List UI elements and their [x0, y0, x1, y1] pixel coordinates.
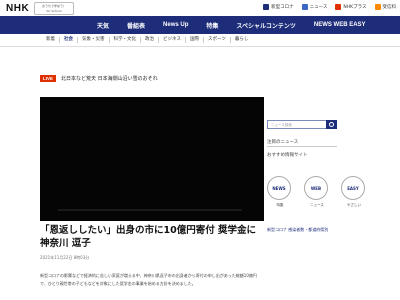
nav-item-features[interactable]: 特集	[197, 21, 227, 30]
site-thumb-label: 特集	[276, 203, 284, 207]
site-thumb-label: やさしい	[347, 203, 361, 207]
site-thumb-labels: 特集 ニュース やさしい	[263, 203, 371, 208]
school-banner-line2: for School	[46, 9, 62, 13]
virus-icon	[263, 4, 270, 10]
nav-item-special[interactable]: スペシャルコンテンツ	[227, 21, 304, 30]
category-science[interactable]: 科学・文化	[110, 37, 141, 43]
play-icon	[335, 4, 342, 10]
header-link-corona[interactable]: 新型コロナ	[263, 4, 294, 10]
category-business[interactable]: ビジネス	[159, 37, 186, 43]
site-thumb[interactable]: EASY	[341, 176, 365, 200]
category-sports[interactable]: スポーツ	[204, 37, 231, 43]
nav-item-schedule[interactable]: 番組表	[118, 21, 154, 30]
site-thumb-label: ニュース	[310, 203, 324, 207]
article-headline: 「恩返ししたい」出身の市に10億円寄付 奨学金に 神奈川 逗子	[40, 225, 257, 249]
site-thumb[interactable]: NEWS	[267, 176, 291, 200]
news-icon	[301, 4, 308, 10]
recommended-sites: NEWS WEB EASY	[267, 176, 365, 200]
category-society[interactable]: 社会	[60, 37, 78, 43]
live-strip[interactable]: LIVE 北日本など荒天 日本海側山沿い雪のおそれ	[40, 74, 285, 83]
category-living[interactable]: 暮らし	[231, 37, 253, 43]
category-latest[interactable]: 新着	[42, 37, 60, 43]
school-banner[interactable]: おうちで学ぼう！ for School	[34, 2, 74, 15]
search-button[interactable]	[326, 120, 337, 129]
header-link-label: ニュース	[309, 5, 328, 10]
site-thumb[interactable]: WEB	[304, 176, 328, 200]
header-link-fee[interactable]: 受信料	[374, 4, 397, 10]
yen-icon	[374, 4, 381, 10]
video-progress-track[interactable]	[58, 209, 242, 211]
sidebar-divider	[267, 146, 337, 147]
live-badge: LIVE	[40, 75, 57, 82]
top-bar: NHK おうちで学ぼう！ for School 新型コロナ ニュース NHKプラ…	[0, 0, 400, 16]
live-headline: 北日本など荒天 日本海側山沿い雪のおそれ	[61, 76, 158, 82]
category-politics[interactable]: 政治	[141, 37, 159, 43]
header-link-label: NHKプラス	[343, 5, 367, 10]
header-link-plus[interactable]: NHKプラス	[335, 4, 367, 10]
article-video[interactable]	[40, 97, 264, 221]
nhk-logo[interactable]: NHK	[6, 3, 29, 14]
sidebar-subheading: おすすめ情報サイト	[267, 153, 308, 158]
header-link-label: 新型コロナ	[271, 5, 294, 10]
sidebar-heading: 注目のニュース	[267, 140, 299, 145]
article-body: 新型コロナの影響などで経済的に苦しい家庭が増える中、神奈川県逗子市の出身者から寄…	[40, 273, 257, 286]
header-links: 新型コロナ ニュース NHKプラス 受信料	[263, 4, 396, 10]
category-disaster[interactable]: 気象・災害	[78, 37, 110, 43]
nav-item-easy[interactable]: NEWS WEB EASY	[305, 22, 375, 28]
header-link-label: 受信料	[382, 5, 397, 10]
sidebar-link[interactable]: 新型コロナ 感染者数・都道府県別	[267, 227, 328, 233]
search-input[interactable]: ニュース検索	[267, 120, 327, 129]
category-international[interactable]: 国際	[186, 37, 204, 43]
header-link-news[interactable]: ニュース	[301, 4, 328, 10]
article-date: 2021年11月22日 8時03分	[40, 255, 90, 260]
category-nav: 新着 社会 気象・災害 科学・文化 政治 ビジネス 国際 スポーツ 暮らし	[0, 34, 400, 47]
nav-item-news-up[interactable]: News Up	[154, 22, 197, 28]
main-nav: 天気 番組表 News Up 特集 スペシャルコンテンツ NEWS WEB EA…	[0, 16, 400, 34]
nav-item-weather[interactable]: 天気	[88, 21, 118, 30]
